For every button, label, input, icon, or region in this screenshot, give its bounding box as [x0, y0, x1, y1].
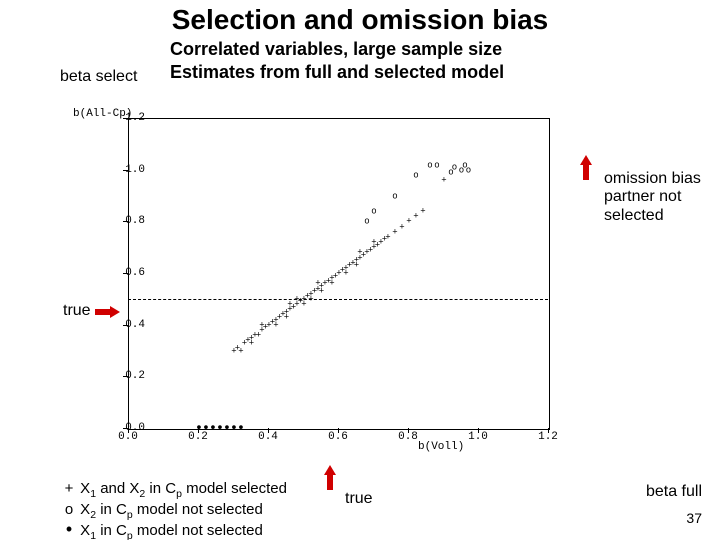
slide-number: 37 [686, 510, 702, 526]
data-point: o [466, 166, 471, 175]
y-tick-label: 0.4 [125, 319, 145, 331]
data-point: • [237, 425, 245, 434]
true-line-horizontal [128, 299, 548, 300]
omission-line2: partner not [604, 188, 681, 205]
slide-title: Selection and omission bias [0, 4, 720, 36]
data-point: o [452, 164, 457, 173]
plot-area: ++++++++++++++++++++++++++++++++++++++++… [128, 118, 550, 430]
circle-marker-icon: o [62, 501, 76, 520]
y-tick-label: 1.0 [125, 164, 145, 176]
data-point: + [406, 218, 411, 227]
data-point: + [238, 347, 243, 356]
subtitle-line1: Correlated variables, large sample size [170, 39, 502, 59]
data-point: + [249, 339, 254, 348]
data-point: + [287, 301, 292, 310]
arrow-up-icon-omission [580, 155, 592, 180]
data-point: + [301, 301, 306, 310]
omission-line3: selected [604, 207, 664, 224]
data-point: + [385, 233, 390, 242]
plus-marker-icon: + [62, 480, 76, 499]
data-point: + [420, 208, 425, 217]
y-tick-label: 1.2 [125, 112, 145, 124]
y-axis-external-label: beta select [60, 68, 137, 86]
x-axis-external-label: beta full [646, 483, 702, 501]
y-tick-label: 0.8 [125, 215, 145, 227]
y-tick-label: 0.6 [125, 267, 145, 279]
data-point: o [413, 171, 418, 180]
data-point: + [371, 239, 376, 248]
legend-item-plus: + X1 and X2 in Cp model selected [62, 480, 287, 501]
data-point: + [273, 321, 278, 330]
x-axis-title: b(Voll) [418, 441, 464, 453]
subtitle-line2: Estimates from full and selected model [170, 62, 504, 82]
data-point: + [319, 288, 324, 297]
y-tick-label: 0.2 [125, 370, 145, 382]
data-point: + [357, 249, 362, 258]
data-point: + [284, 313, 289, 322]
data-point: o [427, 161, 432, 170]
data-point: + [413, 213, 418, 222]
slide: Selection and omission bias Correlated v… [0, 0, 720, 540]
legend-item-circle: o X2 in Cp model not selected [62, 501, 287, 522]
dot-marker-icon: • [62, 523, 76, 535]
data-point: + [308, 295, 313, 304]
arrow-right-icon [95, 306, 120, 318]
data-point: o [392, 192, 397, 201]
data-point: o [364, 218, 369, 227]
data-point: o [434, 161, 439, 170]
data-point: + [354, 262, 359, 271]
data-point: o [371, 208, 376, 217]
true-label-y: true [63, 302, 91, 320]
data-point: + [399, 223, 404, 232]
data-point: + [259, 321, 264, 330]
scatter-plot: b(All-Cp) b(Voll) ++++++++++++++++++++++… [73, 98, 573, 468]
data-point: + [392, 228, 397, 237]
data-point: + [294, 295, 299, 304]
slide-subtitle: Correlated variables, large sample size … [170, 38, 504, 83]
arrow-up-icon-true-x [324, 465, 336, 490]
data-point: + [343, 270, 348, 279]
data-point: + [441, 177, 446, 186]
legend: + X1 and X2 in Cp model selected o X2 in… [62, 480, 287, 540]
omission-label: omission bias partner not selected [604, 170, 701, 225]
omission-line1: omission bias [604, 170, 701, 187]
data-point: + [329, 280, 334, 289]
true-label-x: true [345, 490, 373, 508]
legend-item-dot: • X1 in Cp model not selected [62, 522, 287, 540]
